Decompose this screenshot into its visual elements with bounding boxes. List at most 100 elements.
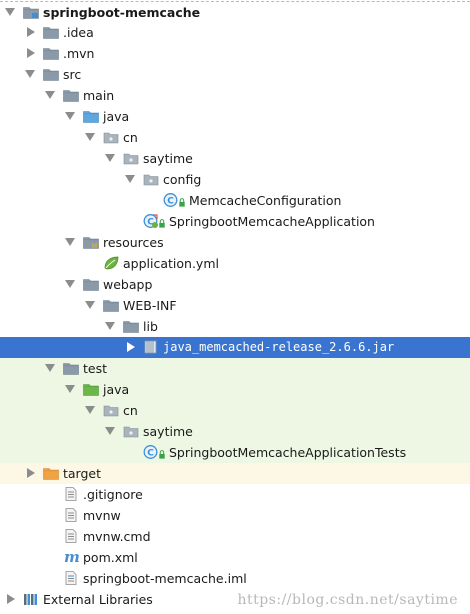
tree-node-label: .mvn (63, 46, 95, 61)
expand-arrow-right-icon[interactable] (27, 48, 35, 58)
folder-icon (43, 25, 59, 39)
text-file-icon (63, 529, 79, 543)
tree-node-label: java (103, 109, 130, 124)
tree-node-label: pom.xml (83, 550, 138, 565)
package-icon (103, 130, 119, 144)
tree-node[interactable]: main (0, 85, 470, 106)
tree-node[interactable]: springboot-memcache (0, 1, 470, 22)
tree-node-label: saytime (143, 424, 193, 439)
tree-node-label: External Libraries (43, 592, 153, 607)
tree-node[interactable]: mvnw.cmd (0, 526, 470, 547)
tree-node-label: saytime (143, 151, 193, 166)
tree-node[interactable]: m pom.xml (0, 547, 470, 568)
tree-node[interactable]: C MemcacheConfiguration (0, 190, 470, 211)
tree-node[interactable]: java (0, 106, 470, 127)
expand-arrow-down-icon[interactable] (45, 364, 55, 372)
expand-arrow-down-icon[interactable] (65, 280, 75, 288)
package-icon (123, 151, 139, 165)
excluded-folder-icon (43, 466, 59, 480)
class-icon: C (163, 193, 179, 207)
text-file-icon (63, 487, 79, 501)
tree-node-label: SpringbootMemcacheApplicationTests (169, 445, 407, 460)
maven-icon: m (63, 548, 80, 566)
expand-arrow-right-icon[interactable] (7, 594, 15, 604)
tree-node[interactable]: C SpringbootMemcacheApplication (0, 211, 470, 232)
svg-text:m: m (64, 550, 79, 564)
tree-node[interactable]: cn (0, 400, 470, 421)
iml-file-icon (63, 571, 79, 585)
tree-node[interactable]: saytime (0, 421, 470, 442)
tree-node-label: webapp (103, 277, 153, 292)
tree-node[interactable]: C SpringbootMemcacheApplicationTests (0, 442, 470, 463)
expand-arrow-down-icon[interactable] (105, 322, 115, 330)
expand-arrow-down-icon[interactable] (125, 175, 135, 183)
lock-icon (159, 447, 165, 459)
folder-icon (103, 298, 119, 312)
tree-node-label: springboot-memcache (43, 5, 201, 20)
folder-icon (43, 67, 59, 81)
tree-node[interactable]: java_memcached-release_2.6.6.jar (0, 337, 470, 358)
expand-arrow-right-icon[interactable] (127, 342, 135, 352)
package-icon (103, 403, 119, 417)
expand-arrow-down-icon[interactable] (105, 154, 115, 162)
jar-icon (143, 340, 159, 354)
tree-node[interactable]: cn (0, 127, 470, 148)
tree-node[interactable]: application.yml (0, 253, 470, 274)
tree-node[interactable]: .mvn (0, 43, 470, 64)
expand-arrow-down-icon[interactable] (85, 406, 95, 414)
module-folder-icon (23, 5, 39, 19)
svg-text:C: C (147, 448, 154, 458)
tree-node[interactable]: saytime (0, 148, 470, 169)
tree-node[interactable]: .gitignore (0, 484, 470, 505)
tree-node[interactable]: WEB-INF (0, 295, 470, 316)
spring-boot-class-icon: C (143, 214, 159, 228)
expand-arrow-down-icon[interactable] (65, 385, 75, 393)
expand-arrow-down-icon[interactable] (85, 301, 95, 309)
lock-icon (159, 216, 165, 228)
folder-icon (43, 46, 59, 60)
tree-node[interactable]: springboot-memcache.iml (0, 568, 470, 589)
svg-text:C: C (167, 196, 174, 206)
folder-icon (123, 319, 139, 333)
tree-node[interactable]: target (0, 463, 470, 484)
tree-node[interactable]: config (0, 169, 470, 190)
tree-node[interactable]: src (0, 64, 470, 85)
package-icon (143, 172, 159, 186)
tree-node-label: java_memcached-release_2.6.6.jar (163, 340, 395, 354)
tree-node-label: src (63, 67, 82, 82)
libraries-icon (23, 592, 39, 606)
expand-arrow-down-icon[interactable] (25, 70, 35, 78)
tree-node-label: target (63, 466, 102, 481)
tree-node-label: springboot-memcache.iml (83, 571, 247, 586)
tree-node-label: cn (123, 403, 138, 418)
package-icon (123, 424, 139, 438)
expand-arrow-down-icon[interactable] (105, 427, 115, 435)
spring-leaf-icon (103, 256, 119, 270)
class-icon: C (143, 445, 159, 459)
expand-arrow-right-icon[interactable] (27, 27, 35, 37)
tree-node[interactable]: test (0, 358, 470, 379)
tree-node-label: cn (123, 130, 138, 145)
tree-node-label: MemcacheConfiguration (189, 193, 342, 208)
watermark: https://blog.csdn.net/saytime (237, 592, 458, 608)
expand-arrow-right-icon[interactable] (27, 468, 35, 478)
tree-node-label: .idea (63, 25, 94, 40)
tree-node[interactable]: lib (0, 316, 470, 337)
tree-node[interactable]: mvnw (0, 505, 470, 526)
tree-node-label: test (83, 361, 108, 376)
expand-arrow-down-icon[interactable] (65, 238, 75, 246)
tree-node[interactable]: resources (0, 232, 470, 253)
tree-node-label: resources (103, 235, 164, 250)
tree-node[interactable]: java (0, 379, 470, 400)
tree-node[interactable]: webapp (0, 274, 470, 295)
expand-arrow-down-icon[interactable] (45, 91, 55, 99)
tree-node[interactable]: .idea (0, 22, 470, 43)
tree-node-label: .gitignore (83, 487, 143, 502)
tree-node-label: WEB-INF (123, 298, 177, 313)
expand-arrow-down-icon[interactable] (5, 8, 15, 16)
project-tree[interactable]: springboot-memcache .idea .mvn src main java c… (0, 0, 470, 614)
expand-arrow-down-icon[interactable] (85, 133, 95, 141)
tree-node-label: config (163, 172, 202, 187)
tree-node-label: mvnw.cmd (83, 529, 151, 544)
expand-arrow-down-icon[interactable] (65, 112, 75, 120)
